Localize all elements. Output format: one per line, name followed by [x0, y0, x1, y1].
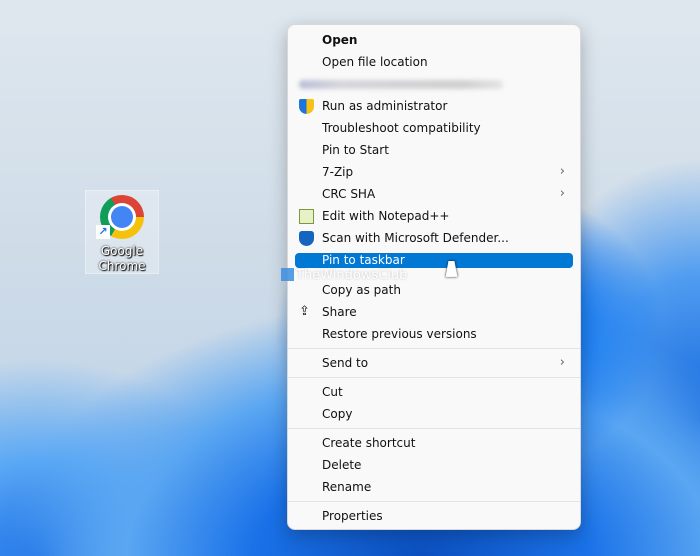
menu-item-label: Open file location: [322, 55, 428, 69]
menu-item-share[interactable]: ⇪ Share: [295, 301, 573, 323]
share-icon: ⇪: [299, 304, 310, 319]
chevron-right-icon: ›: [559, 186, 565, 201]
menu-item-scan-with-defender[interactable]: Scan with Microsoft Defender...: [295, 227, 573, 249]
menu-item-send-to[interactable]: Send to ›: [295, 352, 573, 374]
menu-item-label: Pin to taskbar: [322, 253, 405, 267]
menu-item-label: CRC SHA: [322, 187, 376, 201]
menu-item-label: Pin to Start: [322, 143, 389, 157]
menu-separator: [288, 428, 580, 429]
notepad-plus-plus-icon: [299, 209, 314, 224]
menu-item-label: 7-Zip: [322, 165, 354, 179]
menu-item-label: Properties: [322, 509, 383, 523]
menu-item-troubleshoot-compatibility[interactable]: Troubleshoot compatibility: [295, 117, 573, 139]
menu-item-label: Edit with Notepad++: [322, 209, 450, 223]
menu-item-label: Cut: [322, 385, 343, 399]
menu-item-open-file-location[interactable]: Open file location: [295, 51, 573, 73]
desktop-icon-label: Google Chrome: [98, 244, 146, 273]
menu-item-label: Copy as path: [322, 283, 401, 297]
menu-item-blurred[interactable]: [295, 73, 573, 95]
menu-separator: [288, 377, 580, 378]
menu-item-create-shortcut[interactable]: Create shortcut: [295, 432, 573, 454]
menu-item-label: Restore previous versions: [322, 327, 477, 341]
menu-item-copy-as-path[interactable]: Copy as path: [295, 279, 573, 301]
defender-shield-icon: [299, 231, 314, 246]
menu-separator: [288, 348, 580, 349]
menu-item-run-as-administrator[interactable]: Run as administrator: [295, 95, 573, 117]
menu-item-copy[interactable]: Copy: [295, 403, 573, 425]
menu-item-label: Delete: [322, 458, 362, 472]
menu-item-cut[interactable]: Cut: [295, 381, 573, 403]
menu-item-open[interactable]: Open: [295, 29, 573, 51]
desktop-icon-google-chrome[interactable]: ↗ Google Chrome: [85, 190, 159, 274]
chevron-right-icon: ›: [559, 355, 565, 370]
menu-item-crc-sha[interactable]: CRC SHA ›: [295, 183, 573, 205]
menu-item-label: Scan with Microsoft Defender...: [322, 231, 509, 245]
menu-item-pin-to-taskbar[interactable]: Pin to taskbar: [295, 253, 573, 268]
menu-item-edit-with-notepad-plus-plus[interactable]: Edit with Notepad++: [295, 205, 573, 227]
menu-item-label: Send to: [322, 356, 369, 370]
uac-shield-icon: [299, 99, 314, 114]
shortcut-arrow-icon: ↗: [96, 225, 110, 239]
menu-item-label: Run as administrator: [322, 99, 448, 113]
menu-item-label: Rename: [322, 480, 372, 494]
menu-item-label: Troubleshoot compatibility: [322, 121, 481, 135]
menu-item-delete[interactable]: Delete: [295, 454, 573, 476]
menu-item-label: Share: [322, 305, 357, 319]
menu-item-label: Open: [322, 33, 358, 47]
chevron-right-icon: ›: [559, 164, 565, 179]
menu-item-label: Copy: [322, 407, 353, 421]
menu-separator: [288, 501, 580, 502]
menu-item-7-zip[interactable]: 7-Zip ›: [295, 161, 573, 183]
menu-item-label: Create shortcut: [322, 436, 416, 450]
menu-item-rename[interactable]: Rename: [295, 476, 573, 498]
menu-item-restore-previous-versions[interactable]: Restore previous versions: [295, 323, 573, 345]
menu-item-properties[interactable]: Properties: [295, 505, 573, 527]
blurred-text: [299, 80, 503, 89]
context-menu: Open Open file location Run as administr…: [287, 24, 581, 530]
menu-item-pin-to-start[interactable]: Pin to Start: [295, 139, 573, 161]
